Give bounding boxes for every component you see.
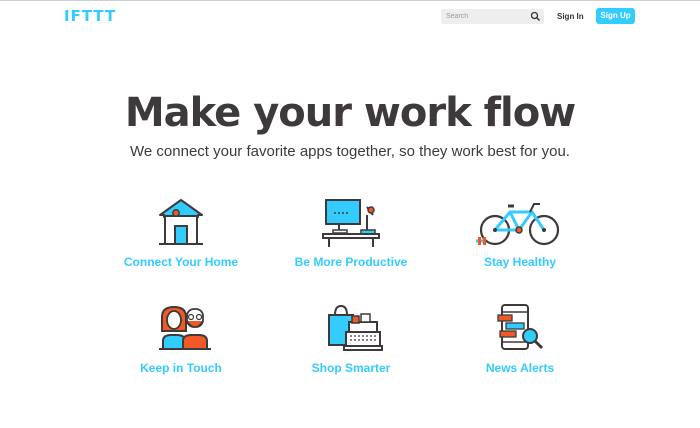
search-icon[interactable] [530,11,541,22]
sign-in-link[interactable]: Sign In [557,9,584,24]
people-icon [159,305,211,350]
category-connect-your-home[interactable]: Connect Your Home [91,197,271,269]
ifttt-logo[interactable]: IFTTT [64,7,116,25]
category-label[interactable]: News Alerts [430,361,610,375]
category-news-alerts[interactable]: News Alerts [430,303,610,375]
sign-up-button[interactable]: Sign Up [596,8,635,24]
category-keep-in-touch[interactable]: Keep in Touch [91,303,271,375]
category-be-more-productive[interactable]: Be More Productive [261,197,441,269]
phone-news-icon [497,304,544,350]
bicycle-icon [476,203,560,246]
shopping-register-icon [328,304,383,351]
category-label[interactable]: Keep in Touch [91,361,271,375]
search-box[interactable] [441,9,544,24]
category-stay-healthy[interactable]: Stay Healthy [430,197,610,269]
category-shop-smarter[interactable]: Shop Smarter [261,303,441,375]
category-label[interactable]: Be More Productive [261,255,441,269]
hero-subtitle: We connect your favorite apps together, … [130,143,570,160]
category-label[interactable]: Shop Smarter [261,361,441,375]
category-label[interactable]: Connect Your Home [91,255,271,269]
hero-title: Make your work flow [124,90,576,136]
house-icon [159,199,203,245]
top-border [0,0,700,1]
search-input[interactable] [441,9,527,24]
desk-computer-icon [322,199,380,247]
category-label[interactable]: Stay Healthy [430,255,610,269]
